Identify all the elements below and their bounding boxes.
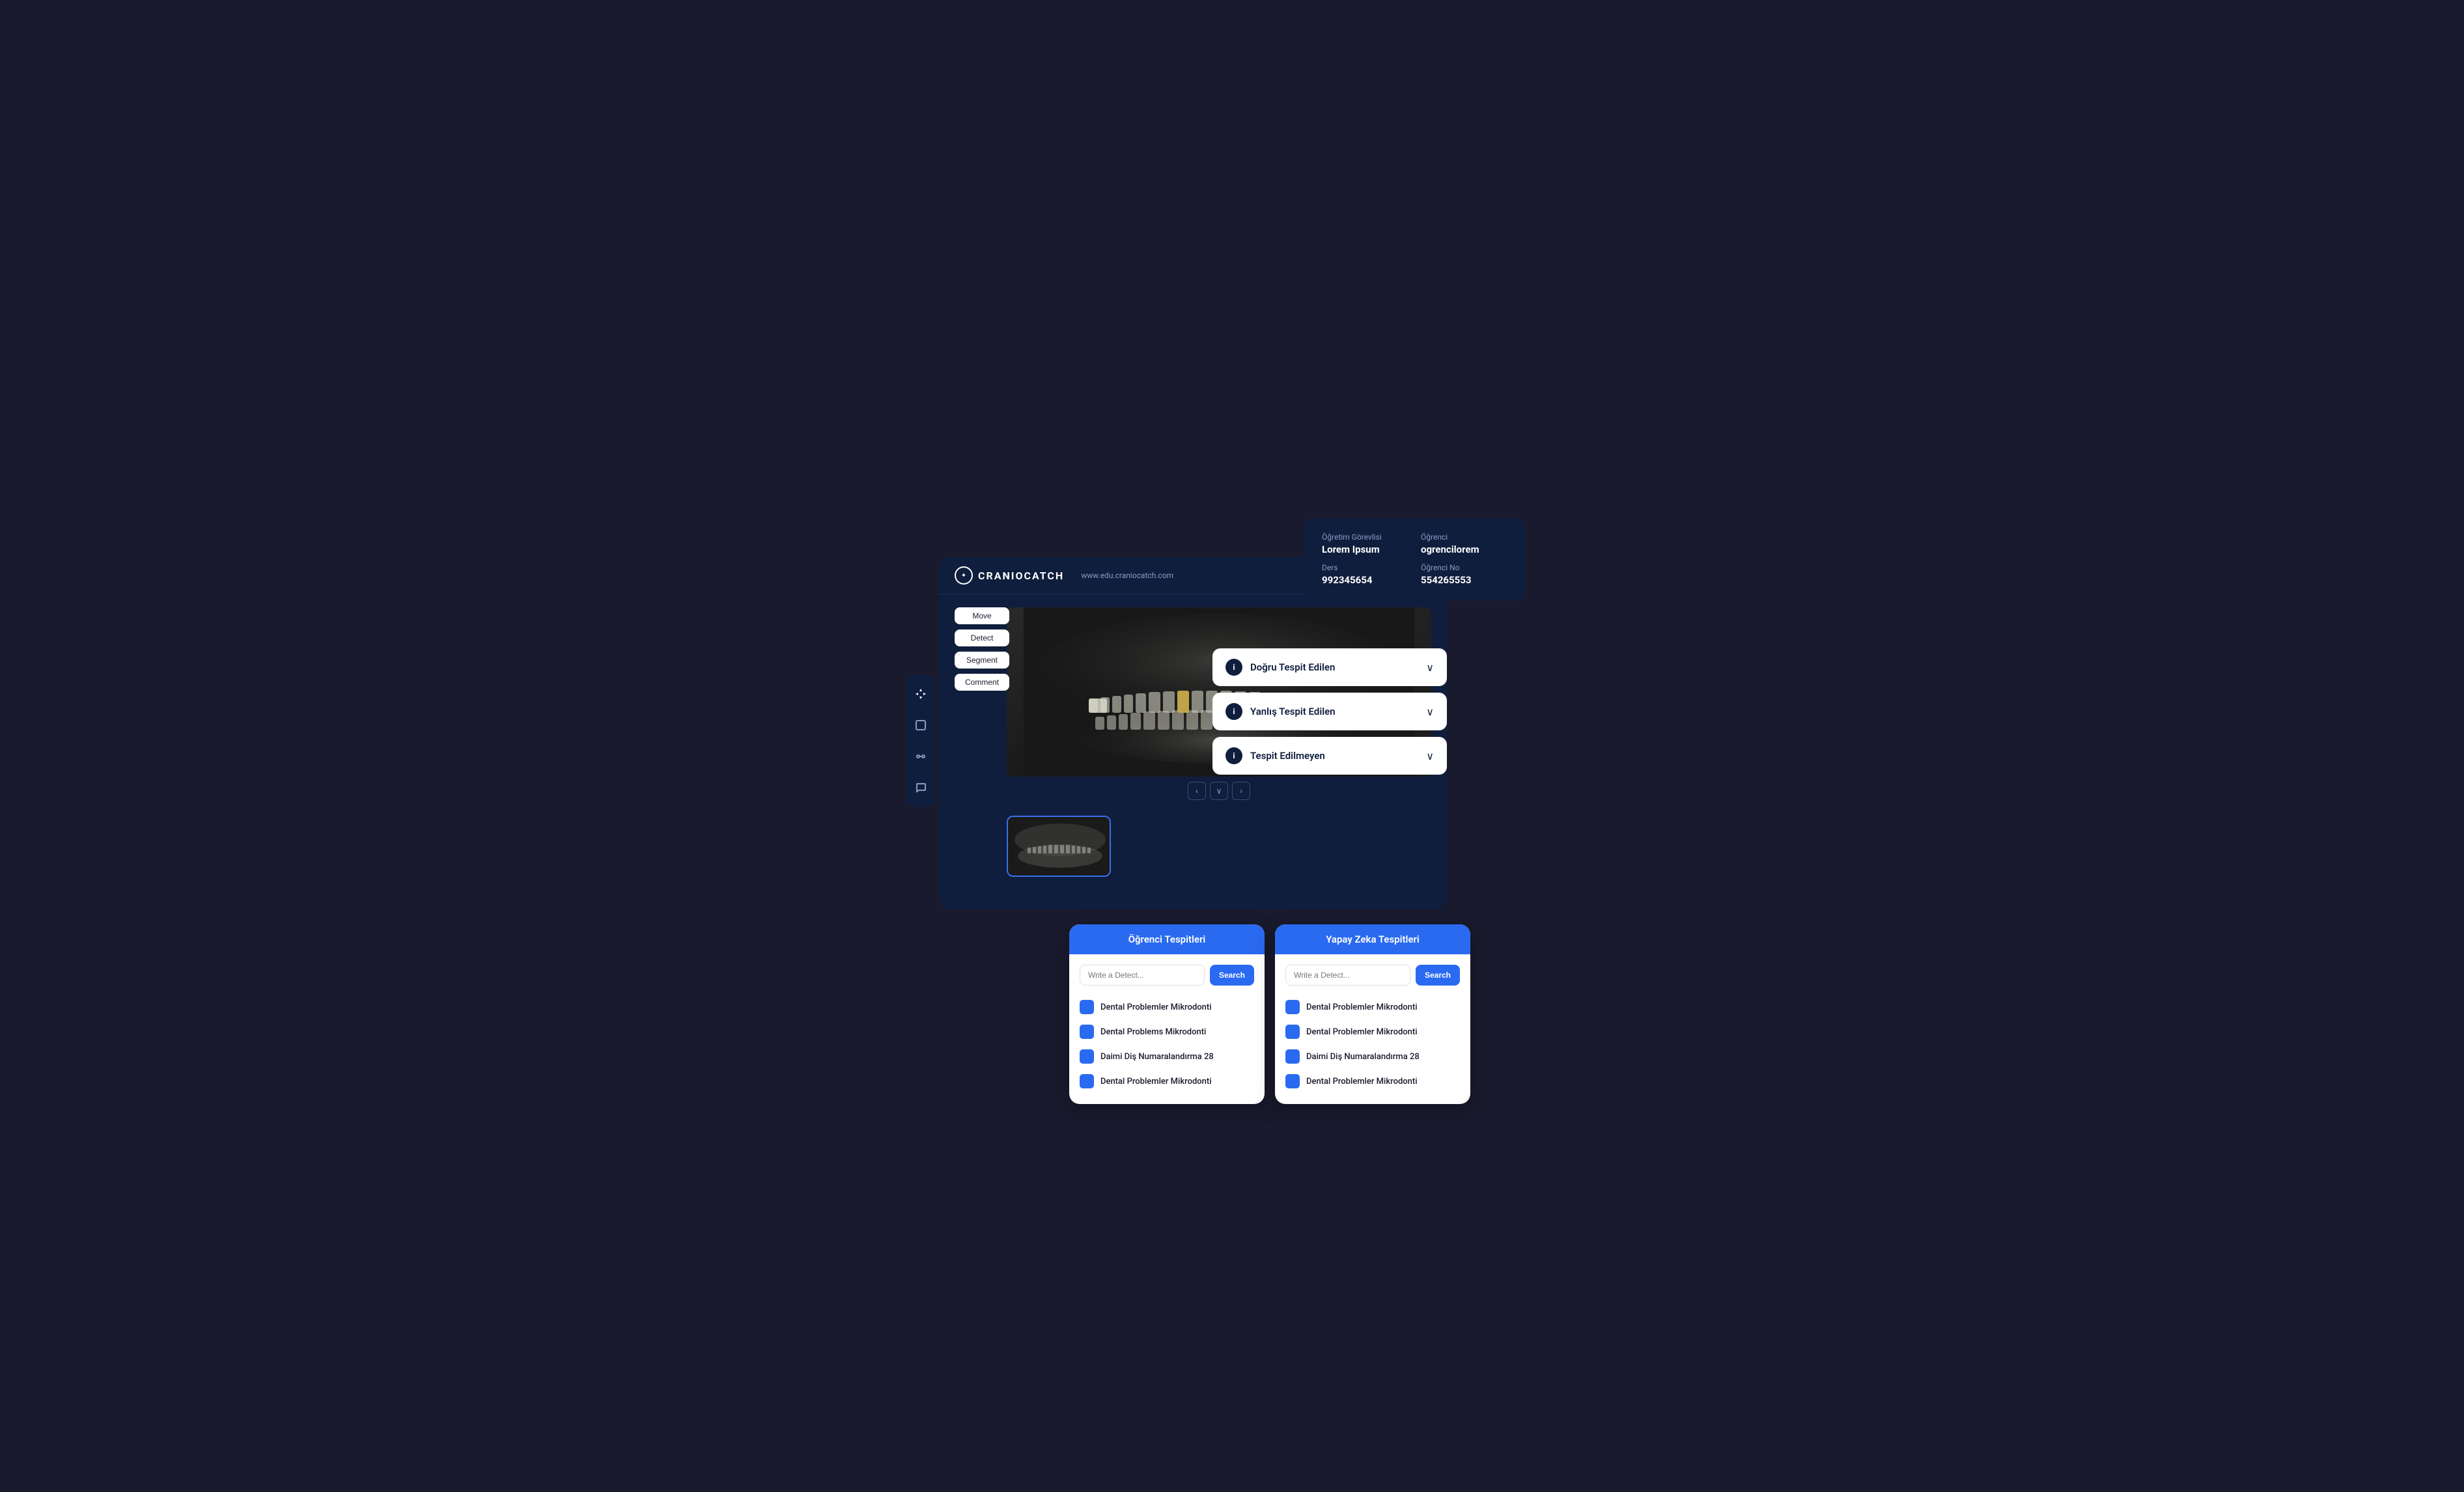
accordion-correct-title: Doğru Tespit Edilen bbox=[1250, 661, 1335, 673]
tool-buttons: Move Detect Segment Comment bbox=[955, 607, 1009, 691]
student-item-2[interactable]: Dental Problems Mikrodonti bbox=[1080, 1019, 1254, 1044]
move-button[interactable]: Move bbox=[955, 607, 1009, 624]
ai-search-button[interactable]: Search bbox=[1416, 965, 1460, 986]
lesson-value: 992345654 bbox=[1322, 574, 1408, 586]
student-item-1[interactable]: Dental Problemler Mikrodonti bbox=[1080, 995, 1254, 1019]
lesson-block: Ders 992345654 bbox=[1322, 563, 1408, 586]
student-checkbox-2[interactable] bbox=[1080, 1025, 1094, 1039]
student-no-value: 554265553 bbox=[1421, 574, 1507, 586]
sidebar-segment-icon[interactable] bbox=[912, 747, 930, 766]
ai-panel-title: Yapay Zeka Tespitleri bbox=[1326, 933, 1420, 945]
sidebar bbox=[906, 674, 935, 807]
ai-panel-body: Search Dental Problemler Mikrodonti Dent… bbox=[1275, 954, 1470, 1104]
teacher-label: Öğretim Görevlisi bbox=[1322, 532, 1408, 542]
accordion-undetected-title: Tespit Edilmeyen bbox=[1250, 750, 1325, 762]
student-checkbox-3[interactable] bbox=[1080, 1049, 1094, 1064]
sidebar-rect-icon[interactable] bbox=[912, 716, 930, 734]
thumbnail-container[interactable] bbox=[1007, 816, 1111, 877]
student-panel-title: Öğrenci Tespitleri bbox=[1128, 933, 1206, 945]
student-item-3[interactable]: Daimi Diş Numaralandırma 28 bbox=[1080, 1044, 1254, 1069]
sidebar-move-icon[interactable] bbox=[912, 685, 930, 703]
student-value: ogrencilorem bbox=[1421, 544, 1507, 555]
logo-area: ✦ CranioCatch bbox=[955, 566, 1064, 585]
info-card: Öğretim Görevlisi Lorem Ipsum Öğrenci og… bbox=[1304, 518, 1525, 600]
accordion-undetected-icon: i bbox=[1225, 747, 1242, 764]
student-label: Öğrenci bbox=[1421, 532, 1507, 542]
ai-item-4[interactable]: Dental Problemler Mikrodonti bbox=[1285, 1069, 1460, 1094]
student-search-row: Search bbox=[1080, 965, 1254, 986]
accordion-undetected[interactable]: i Tespit Edilmeyen ∨ bbox=[1212, 737, 1447, 775]
ai-item-1[interactable]: Dental Problemler Mikrodonti bbox=[1285, 995, 1460, 1019]
student-detection-panel: Öğrenci Tespitleri Search Dental Problem… bbox=[1069, 924, 1265, 1104]
ai-panel-header: Yapay Zeka Tespitleri bbox=[1275, 924, 1470, 954]
ai-label-2: Dental Problemler Mikrodonti bbox=[1306, 1027, 1418, 1037]
lesson-label: Ders bbox=[1322, 563, 1408, 572]
ai-label-4: Dental Problemler Mikrodonti bbox=[1306, 1077, 1418, 1086]
student-label-2: Dental Problems Mikrodonti bbox=[1100, 1027, 1206, 1037]
student-search-input[interactable] bbox=[1080, 965, 1205, 986]
ai-checkbox-4[interactable] bbox=[1285, 1074, 1300, 1088]
accordion-correct-icon: i bbox=[1225, 659, 1242, 676]
student-label-4: Dental Problemler Mikrodonti bbox=[1100, 1077, 1212, 1086]
student-item-4[interactable]: Dental Problemler Mikrodonti bbox=[1080, 1069, 1254, 1094]
app-window: ✦ CranioCatch www.edu.craniocatch.com bbox=[939, 557, 1447, 909]
student-checkbox-4[interactable] bbox=[1080, 1074, 1094, 1088]
accordion-wrong-title: Yanlış Tespit Edilen bbox=[1250, 706, 1336, 717]
main-scene: Öğretim Görevlisi Lorem Ipsum Öğrenci og… bbox=[939, 518, 1525, 974]
right-panel: i Doğru Tespit Edilen ∨ i Yanlış Tespit … bbox=[1212, 648, 1447, 781]
logo-text: CranioCatch bbox=[978, 570, 1064, 582]
ai-checkbox-2[interactable] bbox=[1285, 1025, 1300, 1039]
accordion-correct-chevron: ∨ bbox=[1426, 661, 1434, 674]
header-url: www.edu.craniocatch.com bbox=[1081, 571, 1173, 580]
logo-icon: ✦ bbox=[955, 566, 973, 585]
teacher-block: Öğretim Görevlisi Lorem Ipsum bbox=[1322, 532, 1408, 555]
student-no-block: Öğrenci No 554265553 bbox=[1421, 563, 1507, 586]
ai-search-input[interactable] bbox=[1285, 965, 1410, 986]
ai-search-row: Search bbox=[1285, 965, 1460, 986]
student-label-1: Dental Problemler Mikrodonti bbox=[1100, 1002, 1212, 1012]
ai-detection-panel: Yapay Zeka Tespitleri Search Dental Prob… bbox=[1275, 924, 1470, 1104]
student-checkbox-1[interactable] bbox=[1080, 1000, 1094, 1014]
detection-panels: Öğrenci Tespitleri Search Dental Problem… bbox=[1069, 924, 1470, 1104]
student-panel-header: Öğrenci Tespitleri bbox=[1069, 924, 1265, 954]
ai-item-3[interactable]: Daimi Diş Numaralandırma 28 bbox=[1285, 1044, 1460, 1069]
xray-prev-btn[interactable]: ‹ bbox=[1188, 782, 1206, 800]
accordion-wrong[interactable]: i Yanlış Tespit Edilen ∨ bbox=[1212, 693, 1447, 730]
xray-next-btn[interactable]: › bbox=[1232, 782, 1250, 800]
student-search-button[interactable]: Search bbox=[1210, 965, 1254, 986]
student-block: Öğrenci ogrencilorem bbox=[1421, 532, 1507, 555]
teacher-value: Lorem Ipsum bbox=[1322, 544, 1408, 555]
student-no-label: Öğrenci No bbox=[1421, 563, 1507, 572]
comment-button[interactable]: Comment bbox=[955, 674, 1009, 691]
ai-checkbox-1[interactable] bbox=[1285, 1000, 1300, 1014]
ai-label-1: Dental Problemler Mikrodonti bbox=[1306, 1002, 1418, 1012]
accordion-wrong-chevron: ∨ bbox=[1426, 706, 1434, 718]
accordion-undetected-chevron: ∨ bbox=[1426, 750, 1434, 762]
sidebar-comment-icon[interactable] bbox=[912, 779, 930, 797]
ai-label-3: Daimi Diş Numaralandırma 28 bbox=[1306, 1052, 1420, 1062]
ai-checkbox-3[interactable] bbox=[1285, 1049, 1300, 1064]
accordion-wrong-icon: i bbox=[1225, 703, 1242, 720]
segment-button[interactable]: Segment bbox=[955, 652, 1009, 669]
accordion-correct[interactable]: i Doğru Tespit Edilen ∨ bbox=[1212, 648, 1447, 686]
student-label-3: Daimi Diş Numaralandırma 28 bbox=[1100, 1052, 1214, 1062]
detect-button[interactable]: Detect bbox=[955, 629, 1009, 646]
thumbnail-svg bbox=[1008, 817, 1111, 876]
thumbnail-image bbox=[1008, 817, 1111, 876]
xray-down-btn[interactable]: ∨ bbox=[1210, 782, 1228, 800]
student-panel-body: Search Dental Problemler Mikrodonti Dent… bbox=[1069, 954, 1265, 1104]
ai-item-2[interactable]: Dental Problemler Mikrodonti bbox=[1285, 1019, 1460, 1044]
